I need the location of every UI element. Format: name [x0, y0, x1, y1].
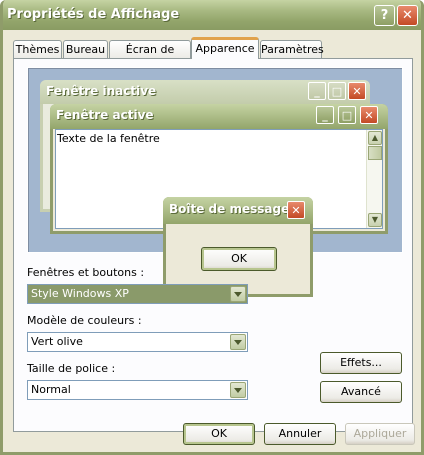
help-icon: ?: [380, 8, 389, 23]
tab-settings[interactable]: Paramètres: [260, 40, 324, 58]
tab-appearance[interactable]: Apparence: [191, 37, 259, 59]
close-icon: ✕: [402, 8, 413, 23]
dropdown-arrow-icon: [230, 286, 246, 302]
maximize-icon: □: [338, 106, 356, 124]
minimize-icon: _: [316, 106, 334, 124]
title-bar[interactable]: Propriétés de Affichage ? ✕: [3, 0, 421, 30]
appearance-preview: Fenêtre inactive _ □ ✕ Fenêtre active _ …: [27, 67, 403, 297]
message-title-bar: Boîte de message ✕: [163, 197, 313, 224]
dropdown-arrow-icon[interactable]: [230, 382, 246, 398]
active-title-bar: Fenêtre active _ □ ✕: [50, 104, 388, 129]
ok-button[interactable]: OK: [183, 423, 255, 445]
apply-button[interactable]: Appliquer: [345, 423, 415, 445]
scroll-down-icon: ▼: [368, 213, 382, 227]
scrollbar: ▲ ▼: [366, 130, 382, 228]
close-icon: ✕: [360, 106, 378, 124]
windows-buttons-select: Style Windows XP: [27, 284, 248, 304]
scroll-thumb: [368, 146, 382, 160]
window-text: Texte de la fenêtre: [57, 132, 160, 145]
font-size-label: Taille de police :: [27, 362, 116, 375]
appearance-panel: Fenêtre inactive _ □ ✕ Fenêtre active _ …: [13, 58, 413, 432]
tab-themes[interactable]: Thèmes: [13, 40, 62, 58]
tab-desktop[interactable]: Bureau: [63, 40, 108, 58]
help-button[interactable]: ?: [374, 5, 395, 26]
window-title: Propriétés de Affichage: [7, 7, 180, 22]
active-window-title: Fenêtre active: [56, 108, 154, 122]
close-icon: ✕: [287, 201, 305, 219]
font-size-select[interactable]: Normal: [27, 380, 248, 400]
windows-buttons-value: Style Windows XP: [31, 287, 129, 300]
color-scheme-value: Vert olive: [31, 335, 83, 348]
windows-buttons-label: Fenêtres et boutons :: [27, 266, 145, 279]
effects-button[interactable]: Effets...: [320, 352, 402, 374]
inactive-window-title: Fenêtre inactive: [46, 84, 157, 98]
dialog-client-area: Thèmes Bureau Écran de veille Apparence …: [3, 30, 421, 452]
maximize-icon: □: [328, 82, 346, 100]
message-box-title: Boîte de message: [169, 202, 290, 216]
close-icon: ✕: [348, 82, 366, 100]
color-scheme-select[interactable]: Vert olive: [27, 332, 248, 352]
inactive-title-bar: Fenêtre inactive _ □ ✕: [40, 80, 370, 104]
preview-ok-button: OK: [201, 247, 277, 271]
display-properties-window: Propriétés de Affichage ? ✕ Thèmes Burea…: [0, 0, 424, 455]
minimize-icon: _: [308, 82, 326, 100]
message-box-preview: Boîte de message ✕ OK: [163, 197, 313, 297]
scroll-up-icon: ▲: [368, 131, 382, 145]
cancel-button[interactable]: Annuler: [264, 423, 336, 445]
advanced-button[interactable]: Avancé: [320, 381, 402, 403]
close-button[interactable]: ✕: [397, 5, 418, 26]
dropdown-arrow-icon[interactable]: [230, 334, 246, 350]
tab-screensaver[interactable]: Écran de veille: [109, 40, 191, 73]
color-scheme-label: Modèle de couleurs :: [27, 314, 142, 327]
font-size-value: Normal: [31, 383, 71, 396]
